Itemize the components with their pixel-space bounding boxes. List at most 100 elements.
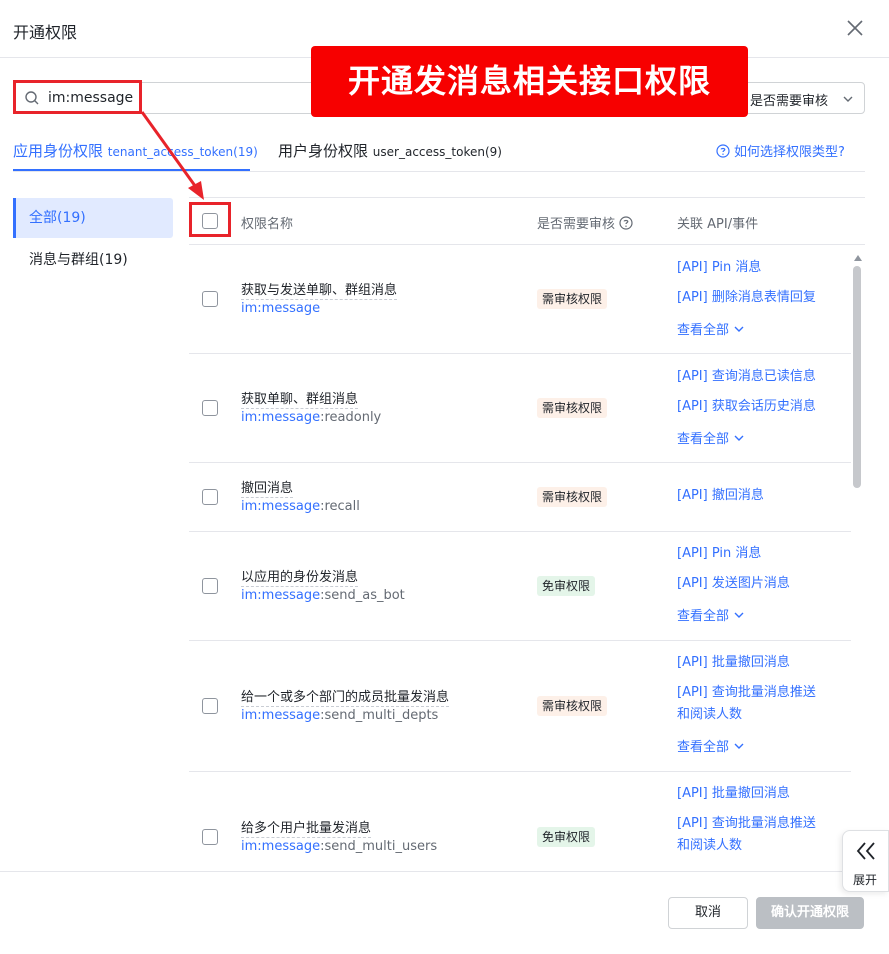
close-icon[interactable] bbox=[844, 17, 866, 39]
chevron-down-icon bbox=[734, 435, 744, 441]
scope-namespace: im:message bbox=[241, 301, 321, 316]
api-link[interactable]: [API] 获取会话历史消息 bbox=[677, 396, 816, 418]
expand-panel-button[interactable]: 展开 bbox=[842, 830, 889, 892]
view-all-label: 查看全部 bbox=[677, 740, 730, 755]
view-all-link[interactable]: 查看全部 bbox=[677, 319, 745, 338]
api-link[interactable]: [API] 发送图片消息 bbox=[677, 573, 790, 595]
annotation-banner: 开通发消息相关接口权限 bbox=[311, 46, 748, 117]
sidebar-item-all[interactable]: 全部(19) bbox=[13, 198, 173, 238]
view-all-label: 查看全部 bbox=[677, 609, 730, 624]
permission-title: 给一个或多个部门的成员批量发消息 bbox=[241, 686, 450, 707]
scope-namespace: im:message bbox=[241, 410, 321, 425]
annotation-highlight-search bbox=[13, 80, 142, 114]
scope-suffix: :send_as_bot bbox=[320, 588, 405, 603]
help-link-label: 如何选择权限类型? bbox=[734, 145, 845, 160]
header-review-label: 是否需要审核 bbox=[537, 217, 616, 232]
permission-table-body: 获取与发送单聊、群组消息 im:message 需审核权限 [API] Pin … bbox=[189, 245, 851, 871]
row-checkbox[interactable] bbox=[202, 489, 218, 505]
chevron-down-icon bbox=[843, 96, 853, 102]
api-link[interactable]: [API] 查询批量消息推送 bbox=[677, 813, 816, 835]
chevron-down-icon bbox=[734, 326, 744, 332]
view-all-label: 查看全部 bbox=[677, 432, 730, 447]
permission-scope: im:message:send_multi_users bbox=[241, 839, 437, 854]
scope-namespace: im:message bbox=[241, 708, 321, 723]
sidebar-item-messages-groups[interactable]: 消息与群组(19) bbox=[13, 240, 173, 280]
review-badge: 免审权限 bbox=[537, 576, 596, 596]
expand-label: 展开 bbox=[853, 873, 878, 887]
api-link[interactable]: [API] Pin 消息 bbox=[677, 543, 761, 565]
tab-app-identity[interactable]: 应用身份权限 tenant_access_token(19) bbox=[13, 140, 258, 161]
view-all-label: 查看全部 bbox=[677, 323, 730, 338]
close-button[interactable] bbox=[844, 17, 866, 39]
scope-namespace: im:message bbox=[241, 499, 321, 514]
permission-title: 以应用的身份发消息 bbox=[241, 566, 359, 587]
table-row: 给一个或多个部门的成员批量发消息 im:message:send_multi_d… bbox=[189, 641, 851, 772]
review-badge: 需审核权限 bbox=[537, 289, 608, 309]
api-link[interactable]: [API] 查询消息已读信息 bbox=[677, 366, 816, 388]
row-checkbox[interactable] bbox=[202, 578, 218, 594]
api-link[interactable]: [API] 删除消息表情回复 bbox=[677, 287, 816, 309]
review-badge: 需审核权限 bbox=[537, 398, 608, 418]
tab-app-label: 应用身份权限 bbox=[13, 142, 104, 160]
header-permission-name: 权限名称 bbox=[241, 217, 294, 232]
scope-suffix: :recall bbox=[320, 499, 360, 514]
permission-scope: im:message:recall bbox=[241, 499, 360, 514]
dialog-title: 开通权限 bbox=[13, 23, 78, 42]
row-checkbox[interactable] bbox=[202, 291, 218, 307]
row-checkbox[interactable] bbox=[202, 698, 218, 714]
table-row: 获取与发送单聊、群组消息 im:message 需审核权限 [API] Pin … bbox=[189, 245, 851, 354]
table-row: 给多个用户批量发消息 im:message:send_multi_users 免… bbox=[189, 772, 851, 871]
api-link-continuation[interactable]: 和阅读人数 bbox=[677, 835, 742, 857]
question-circle-icon[interactable] bbox=[619, 215, 633, 230]
table-row: 撤回消息 im:message:recall 需审核权限 [API] 撤回消息 bbox=[189, 463, 851, 532]
permission-scope: im:message bbox=[241, 301, 320, 316]
row-checkbox[interactable] bbox=[202, 400, 218, 416]
tab-user-label: 用户身份权限 bbox=[278, 142, 369, 160]
review-badge: 需审核权限 bbox=[537, 487, 608, 507]
scroll-up-arrow-icon[interactable] bbox=[853, 253, 863, 263]
tab-app-token: tenant_access_token(19) bbox=[107, 145, 258, 159]
view-all-link[interactable]: 查看全部 bbox=[677, 605, 745, 624]
scope-suffix: :send_multi_users bbox=[320, 839, 438, 854]
permission-title: 获取单聊、群组消息 bbox=[241, 388, 359, 409]
table-row: 以应用的身份发消息 im:message:send_as_bot 免审权限 [A… bbox=[189, 532, 851, 641]
api-link[interactable]: [API] 撤回消息 bbox=[677, 485, 764, 507]
row-checkbox[interactable] bbox=[202, 829, 218, 845]
scope-suffix: :readonly bbox=[320, 410, 382, 425]
review-filter-value: 是否需要审核 bbox=[750, 94, 829, 109]
tabs-divider bbox=[13, 171, 865, 172]
scope-suffix: :send_multi_depts bbox=[320, 708, 439, 723]
api-link[interactable]: [API] 查询批量消息推送 bbox=[677, 682, 816, 704]
api-link[interactable]: [API] Pin 消息 bbox=[677, 257, 761, 279]
question-circle-icon bbox=[716, 143, 730, 158]
review-filter-select[interactable]: 是否需要审核 bbox=[738, 82, 865, 114]
scope-namespace: im:message bbox=[241, 588, 321, 603]
header-related-api: 关联 API/事件 bbox=[677, 217, 759, 232]
tab-user-identity[interactable]: 用户身份权限 user_access_token(9) bbox=[278, 140, 502, 161]
annotation-highlight-checkbox bbox=[189, 202, 231, 237]
permission-title: 获取与发送单聊、群组消息 bbox=[241, 279, 398, 300]
permission-title: 给多个用户批量发消息 bbox=[241, 817, 372, 838]
permission-scope: im:message:send_multi_depts bbox=[241, 708, 438, 723]
cancel-button[interactable]: 取消 bbox=[668, 897, 748, 929]
header-review: 是否需要审核 bbox=[537, 213, 633, 232]
footer-divider bbox=[0, 871, 889, 872]
confirm-enable-button[interactable]: 确认开通权限 bbox=[756, 897, 864, 929]
table-header: 权限名称 是否需要审核 关联 API/事件 bbox=[189, 197, 865, 245]
double-chevron-left-icon bbox=[856, 842, 875, 860]
review-badge: 免审权限 bbox=[537, 827, 596, 847]
view-all-link[interactable]: 查看全部 bbox=[677, 428, 745, 447]
api-link[interactable]: [API] 批量撤回消息 bbox=[677, 652, 790, 674]
review-badge: 需审核权限 bbox=[537, 696, 608, 716]
api-link[interactable]: [API] 批量撤回消息 bbox=[677, 783, 790, 805]
permission-scope: im:message:readonly bbox=[241, 410, 381, 425]
api-link-continuation[interactable]: 和阅读人数 bbox=[677, 704, 742, 726]
scrollbar-thumb[interactable] bbox=[853, 266, 861, 488]
view-all-link[interactable]: 查看全部 bbox=[677, 736, 745, 755]
table-row: 获取单聊、群组消息 im:message:readonly 需审核权限 [API… bbox=[189, 354, 851, 463]
help-link[interactable]: 如何选择权限类型? bbox=[716, 141, 845, 160]
chevron-down-icon bbox=[734, 743, 744, 749]
tab-user-token: user_access_token(9) bbox=[372, 145, 502, 159]
permission-title: 撤回消息 bbox=[241, 477, 294, 498]
scope-namespace: im:message bbox=[241, 839, 321, 854]
